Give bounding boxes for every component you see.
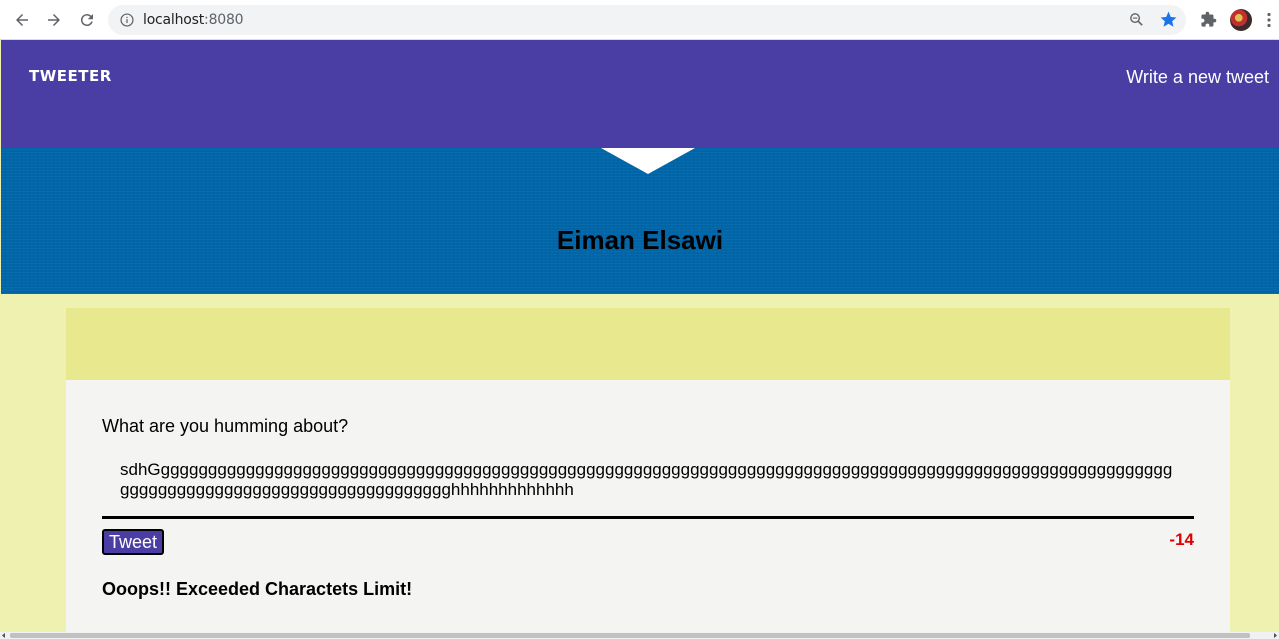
forward-icon[interactable] <box>42 8 66 32</box>
scroll-left-icon[interactable] <box>0 632 8 639</box>
horizontal-scrollbar[interactable] <box>0 632 1279 639</box>
zoom-icon[interactable] <box>1128 11 1145 28</box>
tweet-textarea[interactable]: sdhGgggggggggggggggggggggggggggggggggggg… <box>120 460 1180 500</box>
textarea-underline <box>102 516 1194 519</box>
compose-toggle-arrow-icon[interactable] <box>601 148 695 174</box>
scroll-right-icon[interactable] <box>1271 632 1279 639</box>
scrollbar-thumb[interactable] <box>10 633 1250 638</box>
compose-label: What are you humming about? <box>102 416 349 436</box>
url-port: :8080 <box>204 12 244 28</box>
extensions-icon[interactable] <box>1200 11 1217 28</box>
info-icon[interactable] <box>120 13 134 27</box>
container-header-strip <box>66 308 1230 380</box>
back-icon[interactable] <box>10 8 34 32</box>
profile-name: Eiman Elsawi <box>556 225 724 255</box>
menu-icon[interactable] <box>1266 12 1272 28</box>
reload-icon[interactable] <box>75 8 99 32</box>
app-header: TWEETER Write a new tweet <box>1 40 1279 148</box>
url-host: localhost <box>143 12 205 28</box>
main-container: What are you humming about? sdhGgggggggg… <box>66 308 1230 639</box>
brand-logo[interactable]: TWEETER <box>29 67 112 85</box>
avatar[interactable] <box>1230 9 1252 31</box>
address-bar[interactable]: localhost:8080 <box>108 5 1186 35</box>
write-new-tweet-link[interactable]: Write a new tweet <box>1126 67 1269 88</box>
star-icon[interactable] <box>1159 10 1178 29</box>
character-counter: -14 <box>1169 530 1194 549</box>
error-message: Ooops!! Exceeded Charactets Limit! <box>102 579 413 599</box>
tweet-button[interactable]: Tweet <box>102 529 164 555</box>
browser-toolbar: localhost:8080 <box>0 0 1279 40</box>
url-text: localhost:8080 <box>143 12 244 28</box>
profile-banner: Eiman Elsawi <box>1 148 1279 294</box>
